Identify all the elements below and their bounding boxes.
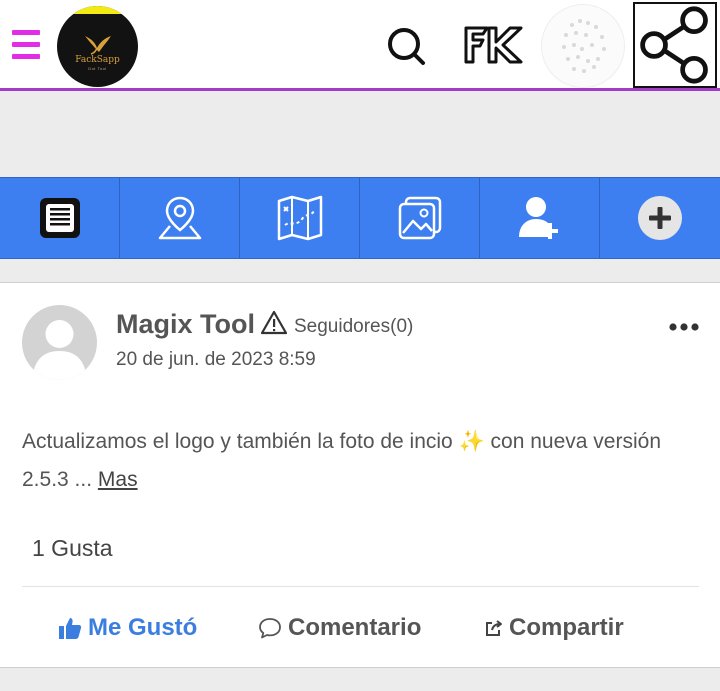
divider	[22, 586, 699, 587]
news-feed-icon	[39, 198, 80, 238]
post-date: 20 de jun. de 2023 8:59	[116, 349, 316, 370]
likes-count[interactable]: 1 Gusta	[32, 535, 113, 562]
comment-label: Comentario	[288, 614, 422, 641]
comment-button[interactable]: Comentario	[258, 611, 421, 645]
nav-location[interactable]	[120, 178, 240, 258]
share-arrow-icon	[486, 620, 502, 636]
followers-count: Seguidores(0)	[294, 316, 414, 337]
nav-photos[interactable]	[360, 178, 480, 258]
profile-avatar[interactable]	[541, 4, 625, 88]
post-body: Actualizamos el logo y también la foto d…	[22, 423, 702, 499]
top-bar: FackSapp Dot Tool	[0, 0, 720, 91]
app-logo[interactable]: FackSapp Dot Tool	[57, 6, 138, 87]
share-icon[interactable]	[633, 2, 717, 88]
logo-name: FackSapp	[75, 55, 120, 65]
post-card: Magix Tool Seguidores(0) 20 de jun. de 2…	[0, 282, 720, 668]
bird-logo-icon	[85, 36, 111, 55]
folded-map-icon	[277, 195, 322, 241]
nav-map[interactable]	[240, 178, 360, 258]
nav-feed[interactable]	[0, 178, 120, 258]
map-pin-icon	[158, 196, 201, 240]
qr-pattern-icon	[562, 19, 606, 73]
user-silhouette-icon	[32, 320, 87, 380]
section-nav	[0, 177, 720, 259]
thumbs-up-icon	[59, 618, 82, 639]
logo-tagline: Dot Tool	[88, 66, 107, 71]
post-author[interactable]: Magix Tool	[116, 309, 255, 340]
comment-bubble-icon	[259, 618, 281, 639]
like-button[interactable]: Me Gustó	[58, 611, 197, 645]
more-options-icon[interactable]	[668, 319, 700, 335]
warning-icon[interactable]	[261, 310, 287, 336]
read-more-link[interactable]: Mas	[98, 468, 138, 491]
plus-circle-icon	[638, 196, 682, 240]
share-label: Compartir	[509, 614, 624, 641]
nav-add-friend[interactable]	[480, 178, 600, 258]
nav-more[interactable]	[600, 178, 720, 258]
share-button[interactable]: Compartir	[485, 611, 624, 645]
photo-gallery-icon	[398, 196, 441, 240]
search-icon[interactable]	[384, 24, 428, 68]
author-avatar[interactable]	[22, 305, 97, 380]
fk-logo-icon[interactable]	[463, 24, 525, 66]
like-label: Me Gustó	[88, 614, 198, 641]
add-user-icon	[518, 197, 558, 239]
banner-area	[0, 94, 720, 178]
menu-icon[interactable]	[12, 28, 40, 60]
